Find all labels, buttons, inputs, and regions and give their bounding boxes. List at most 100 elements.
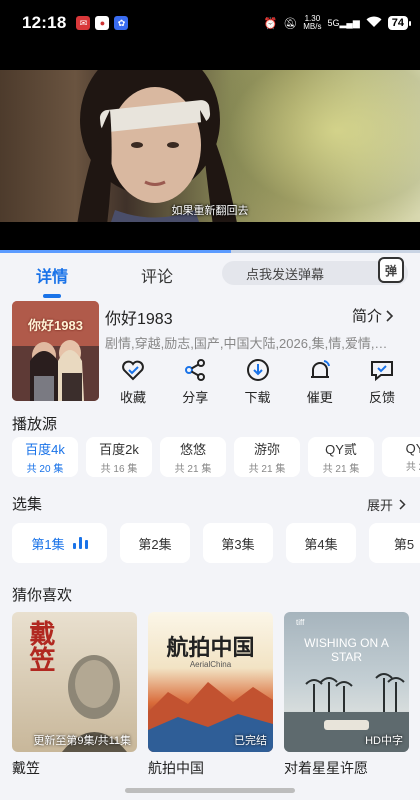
thumbnail-art [284,673,409,752]
danmaku-placeholder: 点我发送弹幕 [246,266,325,282]
source-name: QY贰 [325,442,357,457]
thumbnail-subtitle-text: AerialChina [189,660,232,669]
chevron-right-icon [399,499,406,510]
mute-icon: 🔕︎ [283,17,298,30]
recommend-item[interactable]: tiff WISHING ON A STAR HD中字 对着星星许愿 [284,612,409,778]
app-root: 12:18 ✉ ● ✿ ⏰ 🔕︎ 1.30 MB/s 5G▂▄▆ 74 如果重新… [0,0,420,800]
tab-details-label: 详情 [36,269,69,286]
show-poster[interactable]: 你好1983 [12,301,99,401]
recommend-badge: HD中字 [365,735,403,747]
episode-chip[interactable]: 第3集 [203,523,273,563]
wifi-icon [366,16,382,31]
recommend-item-title: 对着星星许愿 [284,760,368,776]
recommend-thumbnail: 戴笠 更新至第9集/共11集 [12,612,137,752]
recommend-item-title: 戴笠 [12,760,40,776]
mail-app-icon: ✉ [76,16,91,30]
favorite-button[interactable]: 收藏 [105,355,161,406]
episode-chip[interactable]: 第2集 [120,523,190,563]
source-chip[interactable]: 游弥共 21 集 [234,437,300,477]
source-episode-count: 共 21 集 [174,464,212,475]
source-episode-count: 共 16 集 [100,464,138,475]
tab-comments[interactable]: 评论 [141,263,173,287]
network-type: 5G [327,17,340,28]
feedback-icon [371,361,393,382]
notification-icons: ✉ ● ✿ [76,16,129,30]
recommend-badge: 已完结 [234,735,267,747]
episode-chip[interactable]: 第5 [369,523,420,563]
sources-title: 播放源 [12,416,58,433]
video-top-letterbox [0,46,420,70]
danmaku-toggle-button[interactable]: 弹 [378,257,404,283]
feedback-button[interactable]: 反馈 [354,355,410,406]
thumbnail-title-text: WISHING ON A STAR [304,636,389,664]
download-label: 下载 [244,390,271,405]
recommend-item[interactable]: 戴笠 更新至第9集/共11集 戴笠 [12,612,137,778]
source-chip[interactable]: 百度2k 共 16 集 [86,437,152,477]
action-bar: 收藏 分享 下载 催更 反馈 [105,355,410,406]
source-name: QY [405,441,420,456]
thumbnail-festival-text: tiff [296,618,305,627]
source-list: 百度4k 共 20 集百度2k 共 16 集悠悠共 21 集游弥共 21 集 QY贰共… [12,437,420,477]
video-person [77,70,237,222]
download-button[interactable]: 下载 [230,355,286,406]
episode-label: 第5 [393,536,415,552]
recommend-item-title: 航拍中国 [148,760,204,776]
video-subtitle: 如果重新翻回去 [171,205,249,217]
danmaku-input[interactable]: 点我发送弹幕 弹 [222,257,408,285]
home-indicator[interactable] [125,788,295,793]
request-update-label: 催更 [306,390,333,405]
episode-label: 第1集 [31,536,65,552]
source-chip[interactable]: QY 共 2 [382,437,420,477]
synopsis-button[interactable]: 简介 [352,305,394,326]
expand-episodes-button[interactable]: 展开 [367,495,406,514]
recommend-thumbnail: tiff WISHING ON A STAR HD中字 [284,612,409,752]
tab-active-indicator [43,294,61,298]
source-episode-count: 共 21 集 [322,464,360,475]
share-label: 分享 [182,390,209,405]
source-chip[interactable]: 悠悠共 21 集 [160,437,226,477]
download-icon [246,359,269,381]
episode-list: 第1集 第2集 第3集 第4集 第5 [12,523,420,563]
video-bottom-letterbox [0,222,420,252]
share-button[interactable]: 分享 [167,355,223,406]
status-bar: 12:18 ✉ ● ✿ ⏰ 🔕︎ 1.30 MB/s 5G▂▄▆ 74 [0,0,420,46]
battery-icon: 74 [387,16,412,30]
episode-chip[interactable]: 第1集 [12,523,107,563]
recommend-list: 戴笠 更新至第9集/共11集 戴笠 航拍中国 AerialChina 已完结 航… [12,612,420,778]
network-speed: 1.30 MB/s [303,15,321,31]
request-update-button[interactable]: 催更 [292,355,348,406]
status-time: 12:18 [22,13,67,32]
episode-chip[interactable]: 第4集 [286,523,356,563]
playing-indicator-icon [72,537,88,549]
source-episode-count: 共 21 集 [248,464,286,475]
video-player[interactable]: 如果重新翻回去 [0,70,420,222]
favorite-label: 收藏 [119,390,146,405]
episodes-title: 选集 [12,496,43,513]
episode-label: 第4集 [304,536,338,552]
show-tags: 剧情,穿越,励志,国产,中国大陆,2026,集,情,爱情,… [105,336,388,351]
status-indicators: ⏰ 🔕︎ 1.30 MB/s 5G▂▄▆ 74 [263,15,412,31]
chevron-right-icon [386,309,394,322]
network-speed-unit: MB/s [303,22,322,31]
source-name: 悠悠 [179,442,206,457]
source-chip[interactable]: QY贰共 21 集 [308,437,374,477]
feedback-label: 反馈 [368,390,395,405]
thumbnail-title-text: 戴笠 [26,620,56,672]
share-icon [185,359,206,381]
recommend-item[interactable]: 航拍中国 AerialChina 已完结 航拍中国 [148,612,273,778]
source-chip[interactable]: 百度4k 共 20 集 [12,437,78,477]
thumbnail-title-text: 航拍中国 [166,635,255,661]
bell-icon [310,360,330,378]
source-name: 百度4k [25,442,65,457]
heart-icon [122,360,144,381]
recommend-title: 猜你喜欢 [12,587,73,604]
source-episode-count: 共 20 集 [26,464,64,475]
source-name: 百度2k [99,442,139,457]
settings-app-icon: ✿ [114,16,129,30]
show-title: 你好1983 [105,311,173,328]
poster-title-text: 你好1983 [28,318,83,333]
alarm-icon: ⏰ [263,17,278,30]
signal-icon: 5G▂▄▆ [327,17,360,28]
tab-details[interactable]: 详情 [36,263,69,298]
synopsis-label: 简介 [352,308,383,325]
